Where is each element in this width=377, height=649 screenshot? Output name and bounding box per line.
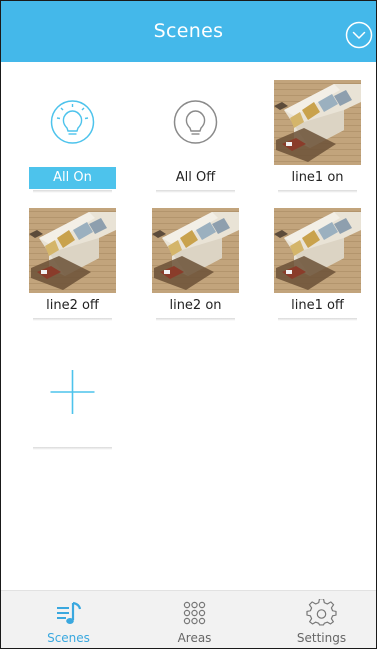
- living-room-photo: [152, 208, 239, 293]
- page-title: Scenes: [153, 20, 224, 42]
- tile-shadow: [33, 318, 112, 321]
- tab-scenes[interactable]: Scenes: [6, 591, 131, 648]
- scene-label: All On: [29, 167, 116, 189]
- scene-tile-line1-off[interactable]: line1 off: [274, 208, 361, 321]
- chevron-down-circle-icon[interactable]: [345, 21, 373, 49]
- scene-tile-all-off[interactable]: All Off: [152, 80, 239, 193]
- tile-shadow: [278, 318, 357, 321]
- scene-label: All Off: [175, 170, 216, 185]
- scene-tile-line2-off[interactable]: line2 off: [29, 208, 116, 321]
- scene-label: line1 off: [291, 298, 344, 313]
- tab-label: Areas: [177, 631, 212, 645]
- add-scene-button[interactable]: [29, 337, 116, 450]
- scene-tile-all-on[interactable]: All On: [29, 80, 116, 193]
- lightbulb-on-icon: [29, 80, 116, 165]
- bottom-tab-bar: Scenes Areas Settings: [1, 590, 376, 648]
- tile-shadow: [33, 190, 112, 193]
- scene-label: line2 on: [169, 298, 222, 313]
- scenes-icon: [53, 599, 84, 629]
- tile-shadow: [156, 190, 235, 193]
- lightbulb-off-icon: [152, 80, 239, 165]
- scene-tile-line1-on[interactable]: line1 on: [274, 80, 361, 193]
- living-room-photo: [274, 208, 361, 293]
- tile-shadow: [278, 190, 357, 193]
- tab-settings[interactable]: Settings: [259, 591, 376, 648]
- scene-grid: All On All Off line1 on line2 off line2 …: [1, 62, 376, 590]
- settings-gear-icon: [306, 598, 337, 629]
- tile-shadow: [156, 318, 235, 321]
- plus-icon: [29, 337, 116, 447]
- living-room-photo: [29, 208, 116, 293]
- scene-tile-line2-on[interactable]: line2 on: [152, 208, 239, 321]
- tab-label: Settings: [296, 631, 347, 645]
- living-room-photo: [274, 80, 361, 165]
- tab-label: Scenes: [47, 631, 90, 645]
- tab-areas[interactable]: Areas: [132, 591, 257, 648]
- tile-shadow: [33, 447, 112, 450]
- areas-grid-icon: [179, 599, 210, 629]
- scene-label: line2 off: [46, 298, 99, 313]
- header-bar: Scenes: [1, 1, 376, 62]
- scene-label: line1 on: [291, 170, 344, 185]
- app-frame: Scenes All On All Off line1 on line2 off…: [0, 0, 377, 649]
